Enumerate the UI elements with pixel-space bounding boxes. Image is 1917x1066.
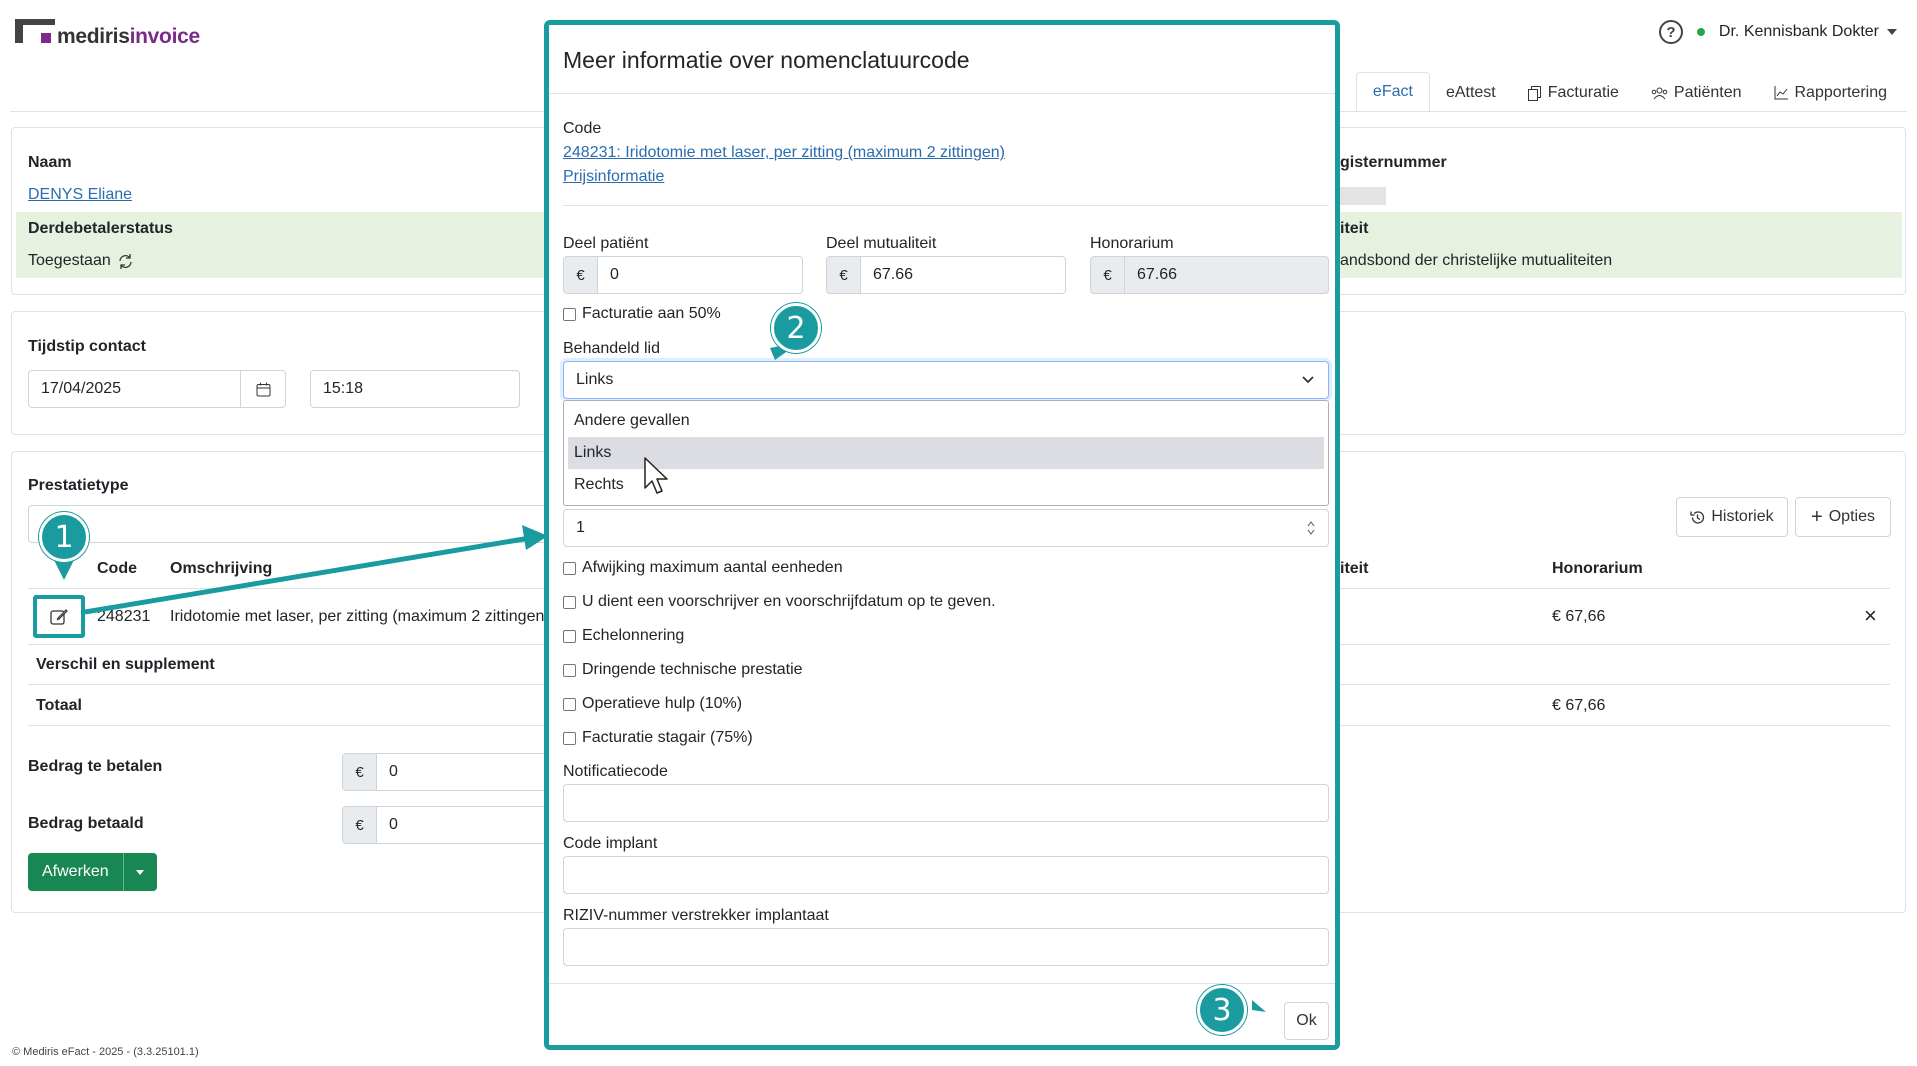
callout-badge-1: 1	[39, 512, 89, 562]
annotation-overlay	[50, 342, 1266, 1012]
callout-pointer-3	[1252, 1000, 1266, 1012]
callout-arrow-1	[84, 535, 531, 615]
callout-arrow-1-head	[522, 525, 548, 550]
callout-badge-2: 2	[771, 303, 821, 353]
callout-badge-3: 3	[1197, 985, 1247, 1035]
